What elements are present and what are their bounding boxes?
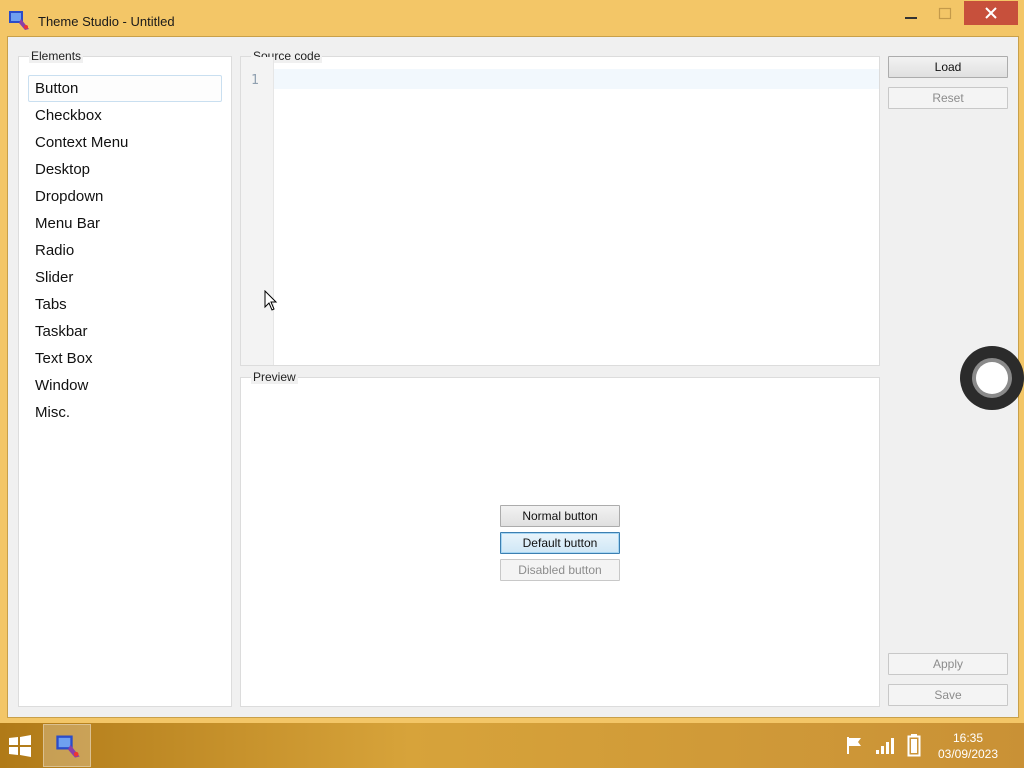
- battery-icon[interactable]: [907, 733, 921, 757]
- client-area: Elements Button Checkbox Context Menu De…: [7, 36, 1019, 718]
- app-window: Theme Studio - Untitled Elements Button …: [0, 0, 1024, 723]
- elements-item-desktop[interactable]: Desktop: [28, 156, 222, 183]
- taskbar-app-theme-studio[interactable]: [43, 724, 91, 767]
- elements-label: Elements: [29, 49, 84, 63]
- preview-label: Preview: [251, 370, 298, 384]
- line-number-gutter: 1: [241, 57, 274, 365]
- theme-studio-app-icon: [56, 735, 80, 758]
- maximize-button[interactable]: [932, 2, 958, 26]
- elements-item-button[interactable]: Button: [28, 75, 222, 102]
- load-button[interactable]: Load: [888, 56, 1008, 78]
- normal-button[interactable]: Normal button: [500, 505, 620, 527]
- clock-time: 16:35: [952, 731, 984, 745]
- source-code-editor[interactable]: Source code 1: [240, 49, 880, 366]
- floating-touch-button[interactable]: [960, 346, 1024, 410]
- elements-item-menu-bar[interactable]: Menu Bar: [28, 210, 222, 237]
- elements-group: Elements Button Checkbox Context Menu De…: [18, 49, 232, 707]
- minimize-button[interactable]: [897, 2, 925, 26]
- elements-item-misc[interactable]: Misc.: [28, 399, 222, 426]
- mouse-pointer-icon: [264, 290, 278, 311]
- clock-date: 03/09/2023: [937, 747, 999, 761]
- default-button[interactable]: Default button: [500, 532, 620, 554]
- disabled-button: Disabled button: [500, 559, 620, 581]
- elements-item-tabs[interactable]: Tabs: [28, 291, 222, 318]
- elements-item-dropdown[interactable]: Dropdown: [28, 183, 222, 210]
- taskbar: 16:35 03/09/2023: [0, 723, 1024, 768]
- close-button[interactable]: [964, 1, 1018, 25]
- current-line-highlight: [274, 69, 879, 89]
- elements-item-taskbar[interactable]: Taskbar: [28, 318, 222, 345]
- windows-start-icon[interactable]: [8, 735, 32, 757]
- elements-item-text-box[interactable]: Text Box: [28, 345, 222, 372]
- save-button: Save: [888, 684, 1008, 706]
- apply-button: Apply: [888, 653, 1008, 675]
- elements-item-window[interactable]: Window: [28, 372, 222, 399]
- maximize-icon: [938, 7, 952, 20]
- close-icon: [985, 7, 997, 19]
- elements-item-slider[interactable]: Slider: [28, 264, 222, 291]
- circle-icon: [976, 362, 1008, 394]
- elements-item-context-menu[interactable]: Context Menu: [28, 129, 222, 156]
- flag-icon[interactable]: [845, 735, 865, 755]
- line-number: 1: [251, 73, 259, 88]
- window-title: Theme Studio - Untitled: [38, 14, 175, 29]
- signal-icon[interactable]: [875, 735, 897, 755]
- title-bar[interactable]: Theme Studio - Untitled: [0, 0, 1024, 36]
- system-clock[interactable]: 16:35 03/09/2023: [930, 730, 1006, 762]
- preview-panel: Preview Normal button Default button Dis…: [240, 370, 880, 707]
- elements-item-checkbox[interactable]: Checkbox: [28, 102, 222, 129]
- theme-studio-app-icon: [9, 11, 29, 30]
- elements-list[interactable]: Button Checkbox Context Menu Desktop Dro…: [28, 75, 222, 426]
- elements-item-radio[interactable]: Radio: [28, 237, 222, 264]
- minimize-icon: [905, 17, 917, 19]
- reset-button: Reset: [888, 87, 1008, 109]
